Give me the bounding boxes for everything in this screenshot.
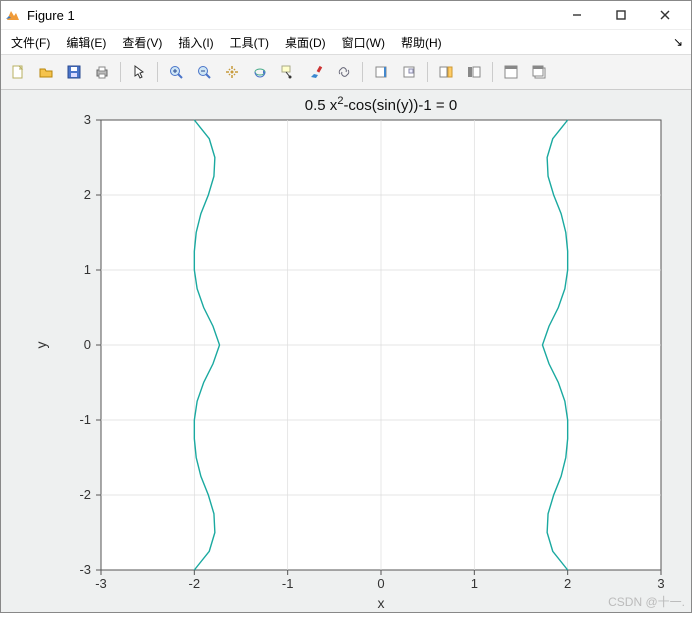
toolbar-separator — [120, 62, 121, 82]
menu-desktop[interactable]: 桌面(D) — [281, 32, 330, 53]
menubar: 文件(F) 编辑(E) 查看(V) 插入(I) 工具(T) 桌面(D) 窗口(W… — [1, 30, 691, 55]
toolbar-separator — [492, 62, 493, 82]
data-cursor-button[interactable] — [275, 59, 301, 85]
ytick-label: 0 — [84, 337, 91, 352]
new-figure-button[interactable] — [5, 59, 31, 85]
ylabel: y — [33, 342, 49, 349]
show-plot-tools-button[interactable] — [461, 59, 487, 85]
link-button[interactable] — [331, 59, 357, 85]
ytick-label: 2 — [84, 187, 91, 202]
toolbar-separator — [427, 62, 428, 82]
menu-file[interactable]: 文件(F) — [7, 32, 54, 53]
xtick-label: 3 — [657, 576, 664, 591]
chart-title: 0.5 x2-cos(sin(y))-1 = 0 — [305, 95, 457, 114]
pan-button[interactable] — [219, 59, 245, 85]
titlebar: Figure 1 — [1, 1, 691, 30]
minimize-button[interactable] — [555, 1, 599, 29]
rotate-3d-button[interactable] — [247, 59, 273, 85]
menu-edit[interactable]: 编辑(E) — [62, 32, 110, 53]
axes[interactable]: -3 -2 -1 0 1 2 3 -3 -2 -1 0 1 2 3 x y 0.5 x2-cos(sin(y))… — [1, 90, 691, 618]
ytick-label: 1 — [84, 262, 91, 277]
ytick-label: -1 — [79, 412, 91, 427]
zoom-in-button[interactable] — [163, 59, 189, 85]
menu-view[interactable]: 查看(V) — [118, 32, 166, 53]
menu-insert[interactable]: 插入(I) — [174, 32, 217, 53]
menu-expand-icon[interactable]: ↘ — [671, 35, 685, 49]
xtick-label: -3 — [95, 576, 107, 591]
undock-button[interactable] — [526, 59, 552, 85]
insert-colorbar-button[interactable] — [368, 59, 394, 85]
ytick-label: -2 — [79, 487, 91, 502]
menu-tools[interactable]: 工具(T) — [226, 32, 273, 53]
brush-button[interactable] — [303, 59, 329, 85]
xtick-label: 0 — [377, 576, 384, 591]
toolbar-separator — [157, 62, 158, 82]
print-button[interactable] — [89, 59, 115, 85]
open-button[interactable] — [33, 59, 59, 85]
ytick-label: -3 — [79, 562, 91, 577]
save-button[interactable] — [61, 59, 87, 85]
toolbar — [1, 55, 691, 90]
figure-window: Figure 1 文件(F) 编辑(E) 查看(V) 插入(I) 工具(T) 桌… — [0, 0, 692, 613]
hide-plot-tools-button[interactable] — [433, 59, 459, 85]
xtick-label: 1 — [471, 576, 478, 591]
window-title: Figure 1 — [27, 8, 75, 23]
dock-button[interactable] — [498, 59, 524, 85]
watermark: CSDN @十一. — [608, 593, 685, 610]
xlabel: x — [378, 595, 385, 611]
pointer-button[interactable] — [126, 59, 152, 85]
insert-legend-button[interactable] — [396, 59, 422, 85]
xtick-label: -2 — [189, 576, 201, 591]
plot-area[interactable]: -3 -2 -1 0 1 2 3 -3 -2 -1 0 1 2 3 x y 0.5 x2-cos(sin(y))… — [1, 90, 691, 612]
maximize-button[interactable] — [599, 1, 643, 29]
toolbar-separator — [362, 62, 363, 82]
matlab-icon — [5, 7, 21, 23]
menu-help[interactable]: 帮助(H) — [397, 32, 446, 53]
xtick-label: 2 — [564, 576, 571, 591]
zoom-out-button[interactable] — [191, 59, 217, 85]
close-button[interactable] — [643, 1, 687, 29]
menu-window[interactable]: 窗口(W) — [338, 32, 389, 53]
ytick-label: 3 — [84, 112, 91, 127]
xtick-label: -1 — [282, 576, 294, 591]
